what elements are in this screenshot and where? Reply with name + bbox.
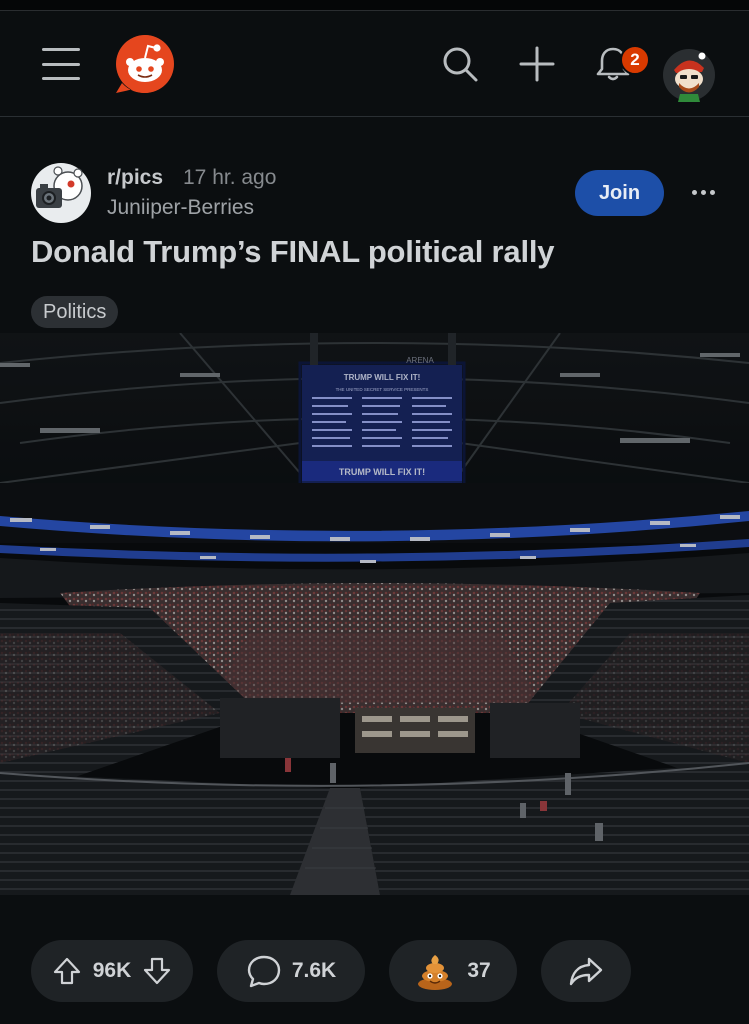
post-flair[interactable]: Politics <box>31 296 119 328</box>
vote-count: 96K <box>92 959 132 982</box>
comments-button[interactable]: 7.6K <box>217 940 365 1002</box>
post-action-bar: 96K 7.6K 37 <box>0 940 749 1002</box>
comment-count: 7.6K <box>291 959 337 982</box>
post-title[interactable]: Donald Trump’s FINAL political rally <box>31 234 555 270</box>
join-button[interactable]: Join <box>575 170 664 216</box>
award-button[interactable]: 37 <box>389 940 517 1002</box>
search-icon[interactable] <box>436 40 484 88</box>
menu-icon[interactable] <box>42 48 80 80</box>
award-count: 37 <box>467 959 491 982</box>
notification-badge: 2 <box>620 45 650 75</box>
more-options-icon[interactable] <box>684 172 722 212</box>
comment-icon <box>246 953 282 989</box>
share-icon <box>568 953 604 989</box>
user-avatar[interactable] <box>662 48 716 102</box>
downvote-icon[interactable] <box>139 953 175 989</box>
plus-icon[interactable] <box>513 40 561 88</box>
subreddit-avatar[interactable] <box>30 162 92 224</box>
status-strip <box>0 0 749 11</box>
subreddit-name[interactable]: r/pics <box>107 166 163 190</box>
top-nav-bar: 2 <box>0 12 749 117</box>
share-button[interactable] <box>541 940 631 1002</box>
post-timestamp: 17 hr. ago <box>183 166 277 189</box>
vote-control: 96K <box>31 940 193 1002</box>
award-icon <box>415 951 455 991</box>
reddit-logo[interactable] <box>114 33 176 95</box>
post-image[interactable]: TRUMP WILL FIX IT! THE UNITED SECRET SER… <box>0 333 749 895</box>
post-author[interactable]: Juniiper-Berries <box>107 196 254 220</box>
upvote-icon[interactable] <box>49 953 85 989</box>
